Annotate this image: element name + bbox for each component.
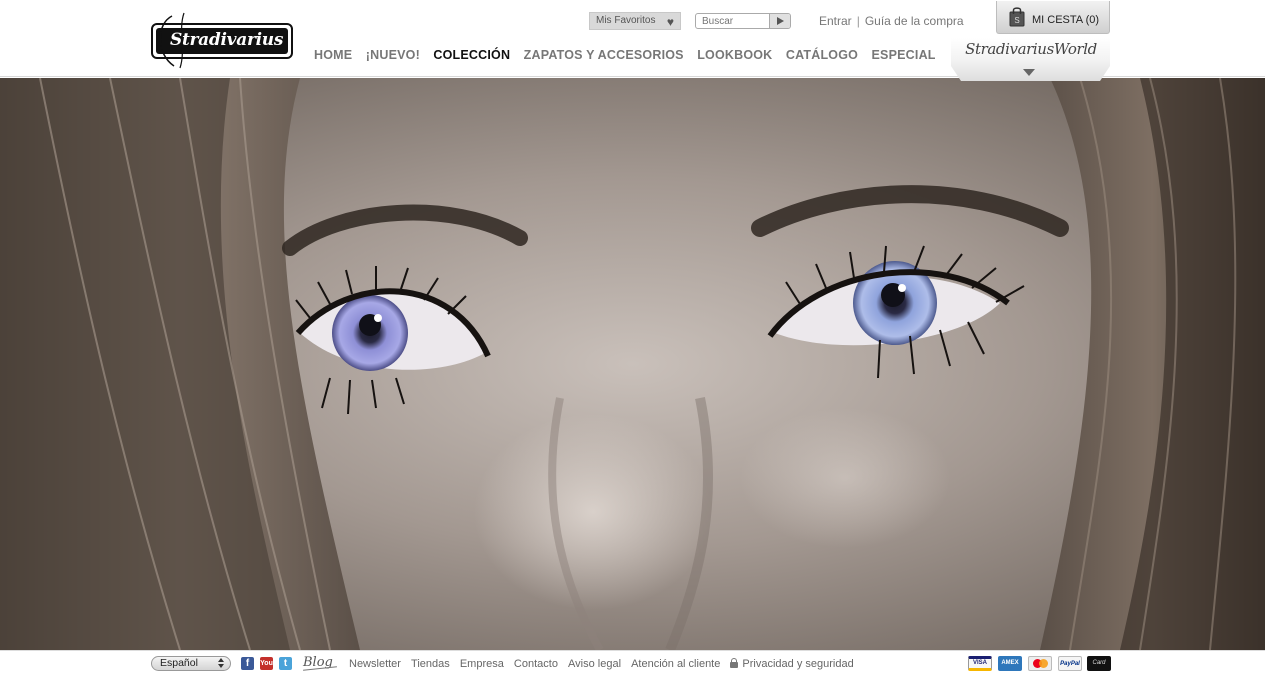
svg-text:S: S (1014, 16, 1019, 25)
stores-link[interactable]: Tiendas (411, 658, 450, 670)
amex-icon: AMEX (998, 656, 1022, 671)
heart-icon: ♥ (666, 15, 674, 29)
youtube-icon[interactable]: You (260, 657, 273, 670)
visa-icon: VISA (968, 656, 992, 671)
world-label: StradivariusWorld (965, 40, 1097, 58)
privacy-label: Privacidad y seguridad (742, 658, 854, 670)
nav-item-home[interactable]: HOME (314, 48, 352, 62)
favorites-button[interactable]: Mis Favoritos ♥ (589, 12, 681, 30)
logo-wordmark: Stradivarius (170, 30, 284, 50)
separator: | (856, 14, 860, 28)
search-box (695, 13, 791, 29)
facebook-icon[interactable]: f (241, 657, 254, 670)
lock-icon (730, 658, 739, 668)
payment-card-icon: Card (1087, 656, 1111, 671)
twitter-icon[interactable]: t (279, 657, 292, 670)
cart-label: MI CESTA (0) (1032, 14, 1100, 26)
stradivarius-logo[interactable]: Stradivarius (150, 10, 294, 70)
login-link[interactable]: Entrar (819, 14, 852, 28)
contact-link[interactable]: Contacto (514, 658, 558, 670)
newsletter-link[interactable]: Newsletter (349, 658, 401, 670)
language-value: Español (160, 657, 198, 669)
cart-button[interactable]: S MI CESTA (0) (996, 1, 1110, 34)
search-input[interactable] (696, 14, 770, 28)
language-select[interactable]: Español (151, 656, 231, 671)
chevron-down-icon (1023, 69, 1035, 76)
stradivarius-world-toggle[interactable]: StradivariusWorld (950, 38, 1111, 82)
account-links: Entrar | Guía de la compra (819, 14, 964, 28)
mastercard-icon (1028, 656, 1052, 671)
nav-item-lookbook[interactable]: LOOKBOOK (697, 48, 772, 62)
site-header: Stradivarius Mis Favoritos ♥ Entrar | Guía… (0, 0, 1265, 81)
privacy-link[interactable]: Privacidad y seguridad (730, 657, 854, 670)
play-arrow-icon (777, 17, 784, 25)
shopping-bag-icon: S (1009, 7, 1025, 27)
nav-item-shoes-accessories[interactable]: ZAPATOS Y ACCESORIOS (524, 48, 684, 62)
search-button[interactable] (769, 14, 790, 28)
company-link[interactable]: Empresa (460, 658, 504, 670)
legal-notice-link[interactable]: Aviso legal (568, 658, 621, 670)
nav-item-new[interactable]: ¡NUEVO! (366, 48, 420, 62)
nav-item-catalog[interactable]: CATÁLOGO (786, 48, 858, 62)
nav-item-collection[interactable]: COLECCIÓN (433, 48, 510, 62)
footer-links: Newsletter Tiendas Empresa Contacto Avis… (349, 657, 861, 670)
main-nav: HOME ¡NUEVO! COLECCIÓN ZAPATOS Y ACCESOR… (314, 46, 945, 62)
page: Stradivarius Mis Favoritos ♥ Entrar | Guía… (0, 0, 1265, 675)
hero-eyes-image (0, 78, 1265, 650)
customer-service-link[interactable]: Atención al cliente (631, 658, 720, 670)
favorites-label: Mis Favoritos (596, 15, 656, 26)
select-arrows-icon (218, 658, 224, 669)
shopping-guide-link[interactable]: Guía de la compra (865, 14, 964, 28)
hero-banner[interactable] (0, 78, 1265, 650)
nav-item-special[interactable]: ESPECIAL (872, 48, 936, 62)
paypal-icon: PayPal (1058, 656, 1082, 671)
